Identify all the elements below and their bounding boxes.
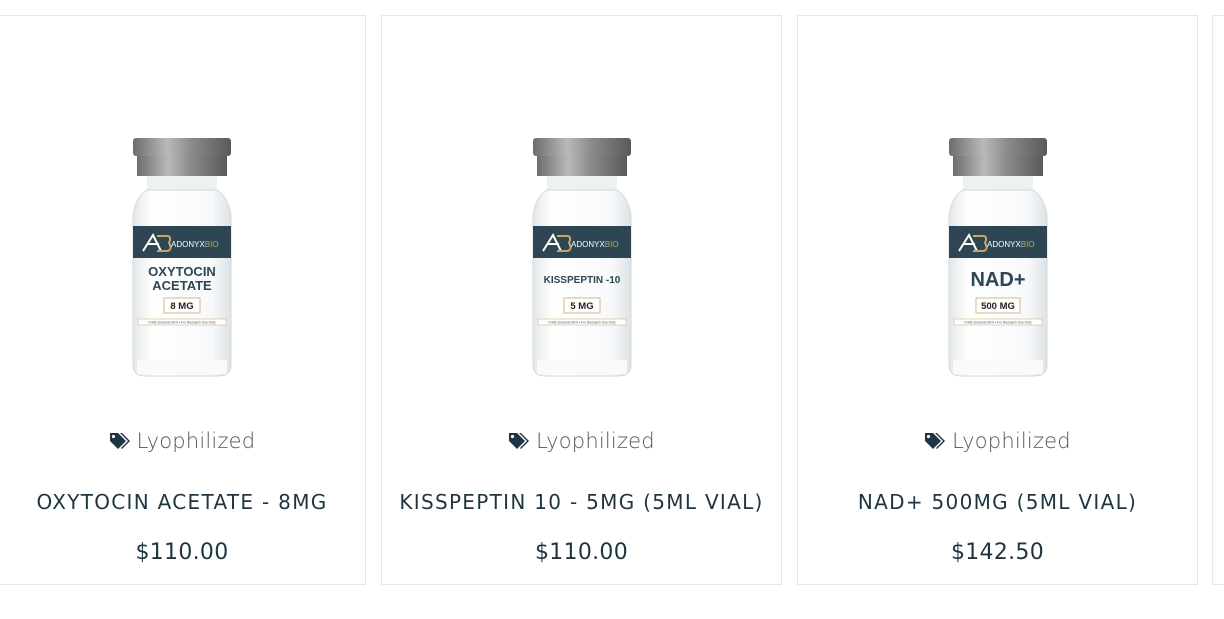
vial-line1: NAD+ xyxy=(970,269,1025,291)
tags-icon xyxy=(925,433,946,449)
tags-icon xyxy=(109,433,130,449)
category-badge[interactable]: Lyophilized xyxy=(798,429,1197,453)
category-badge[interactable]: Lyophilized xyxy=(0,429,365,453)
product-image[interactable]: ADONYXBIO KISSPEPTIN -10 5 MG Purity Exc… xyxy=(531,138,633,384)
product-card[interactable]: ADONYXBIO KISSPEPTIN -10 5 MG Purity Exc… xyxy=(381,15,782,585)
product-title[interactable]: KISSPEPTIN 10 - 5MG (5ML VIAL) xyxy=(382,490,781,514)
tags-icon xyxy=(509,433,530,449)
product-image[interactable]: ADONYXBIO NAD+ 500 MG Purity Exceeds 99%… xyxy=(947,138,1049,384)
product-card-partial[interactable] xyxy=(1212,15,1224,585)
category-label: Lyophilized xyxy=(536,429,655,453)
vial-dose: 5 MG xyxy=(570,301,593,312)
vial-dose: 500 MG xyxy=(981,301,1015,312)
svg-text:ADONYXBIO: ADONYXBIO xyxy=(571,240,619,249)
product-price: $142.50 xyxy=(950,540,1045,565)
vial-note: Purity Exceeds 99% • For Research Use On… xyxy=(149,321,216,325)
svg-text:ADONYXBIO: ADONYXBIO xyxy=(171,240,219,249)
vial-line2: ACETATE xyxy=(152,278,212,293)
product-price: $110.00 xyxy=(135,540,229,565)
vial-note: Purity Exceeds 99% • For Research Use On… xyxy=(964,321,1031,325)
vial-line1: OXYTOCIN xyxy=(148,264,216,279)
product-image[interactable]: ADONYXBIO OXYTOCIN ACETATE 8 MG Purity E… xyxy=(131,138,233,384)
vial-note: Purity Exceeds 99% • For Research Use On… xyxy=(548,321,615,325)
product-price: $110.00 xyxy=(534,540,629,565)
product-title[interactable]: OXYTOCIN ACETATE - 8MG xyxy=(0,490,365,514)
product-card[interactable]: ADONYXBIO OXYTOCIN ACETATE 8 MG Purity E… xyxy=(0,15,366,585)
category-badge[interactable]: Lyophilized xyxy=(382,429,781,453)
product-title[interactable]: NAD+ 500MG (5ML VIAL) xyxy=(798,490,1197,514)
product-card[interactable]: ADONYXBIO NAD+ 500 MG Purity Exceeds 99%… xyxy=(797,15,1198,585)
vial-line1: KISSPEPTIN -10 xyxy=(543,275,620,286)
vial-dose: 8 MG xyxy=(170,301,193,312)
svg-text:ADONYXBIO: ADONYXBIO xyxy=(987,240,1035,249)
category-label: Lyophilized xyxy=(952,429,1071,453)
category-label: Lyophilized xyxy=(136,429,256,453)
